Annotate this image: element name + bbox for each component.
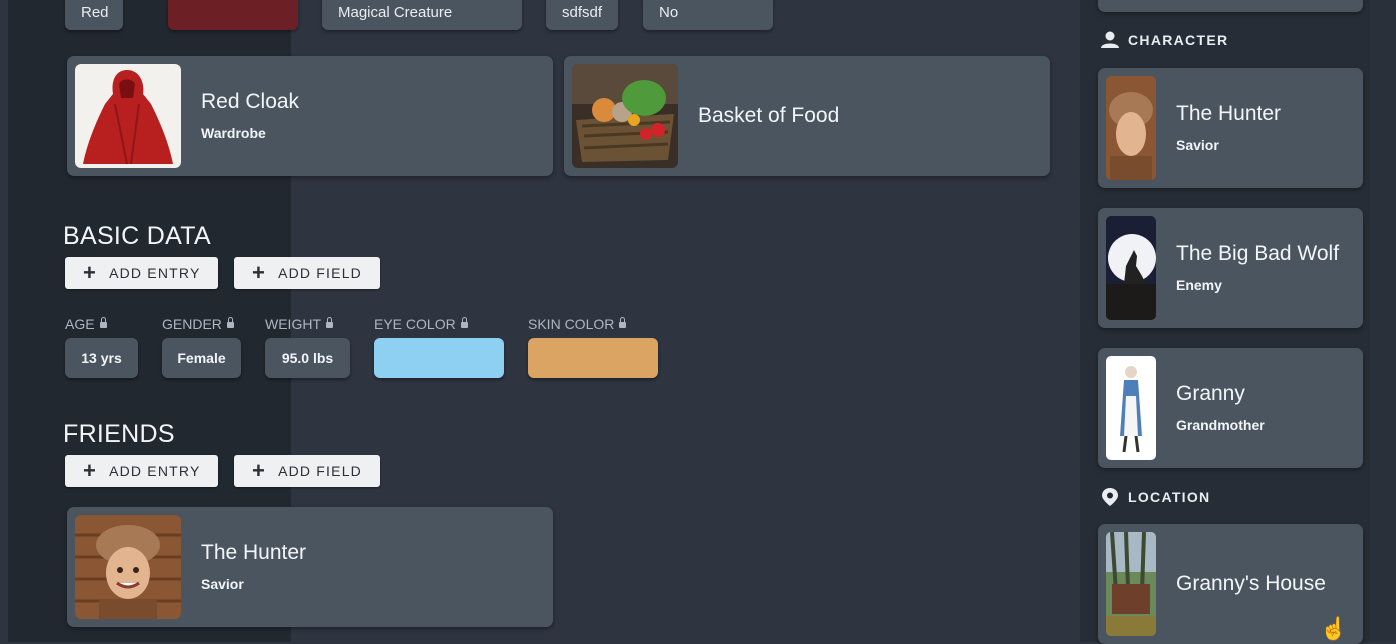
scrollbar[interactable] (1370, 0, 1396, 642)
sidebar-heading-character: CHARACTER (1100, 31, 1228, 49)
granny-thumbnail (1106, 356, 1156, 460)
item-card-red-cloak[interactable]: Red Cloak Wardrobe (67, 56, 553, 176)
color-swatch[interactable] (168, 0, 298, 30)
tag-chip[interactable]: No (643, 0, 773, 30)
sidebar-card[interactable] (1098, 0, 1363, 12)
sidebar-item-granny[interactable]: Granny Grandmother (1098, 348, 1363, 468)
plus-icon: + (83, 458, 98, 483)
button-label: ADD FIELD (278, 463, 362, 479)
gender-value[interactable]: Female (162, 338, 241, 378)
location-pin-icon (1102, 488, 1118, 506)
lock-icon (326, 317, 333, 328)
plus-icon: + (252, 458, 267, 483)
field-label-age: AGE (65, 316, 107, 332)
sidebar-heading-location: LOCATION (1100, 487, 1210, 507)
add-entry-button[interactable]: + ADD ENTRY (65, 455, 218, 487)
house-thumbnail (1106, 532, 1156, 636)
field-label-skin-color: SKIN COLOR (528, 316, 627, 332)
wolf-thumbnail (1106, 216, 1156, 320)
section-title-friends: FRIENDS (63, 420, 175, 448)
field-label-weight: WEIGHT (265, 316, 333, 332)
friend-title: The Hunter (201, 541, 307, 564)
lock-icon (619, 317, 627, 328)
person-icon (1101, 31, 1119, 48)
friend-subtitle: Savior (201, 576, 244, 592)
sidebar-item-the-big-bad-wolf[interactable]: The Big Bad Wolf Enemy (1098, 208, 1363, 328)
location-title: Granny's House (1176, 572, 1326, 595)
lock-icon (226, 317, 234, 328)
item-title: Basket of Food (698, 104, 840, 127)
tag-chip-label: Magical Creature (338, 3, 453, 21)
add-field-button[interactable]: + ADD FIELD (234, 455, 380, 487)
tag-chip-label: No (659, 3, 679, 21)
character-title: Granny (1176, 382, 1245, 405)
character-title: The Hunter (1176, 102, 1282, 125)
hand-cursor-icon: ☝ (1320, 616, 1348, 641)
plus-icon: + (252, 260, 267, 285)
weight-value[interactable]: 95.0 lbs (265, 338, 350, 378)
eye-color-swatch[interactable] (374, 338, 504, 378)
item-title: Red Cloak (201, 90, 300, 113)
button-label: ADD FIELD (278, 265, 362, 281)
add-entry-button[interactable]: + ADD ENTRY (65, 257, 218, 289)
tag-chip[interactable]: Magical Creature (322, 0, 522, 30)
basket-image (572, 64, 678, 168)
item-subtitle: Wardrobe (201, 125, 266, 141)
friend-card-the-hunter[interactable]: The Hunter Savior (67, 507, 553, 627)
character-subtitle: Grandmother (1176, 417, 1265, 433)
lock-icon (99, 317, 107, 328)
cloak-image (75, 64, 181, 168)
character-title: The Big Bad Wolf (1176, 242, 1340, 265)
hunter-image (75, 515, 181, 619)
field-label-gender: GENDER (162, 316, 234, 332)
skin-color-swatch[interactable] (528, 338, 658, 378)
character-subtitle: Enemy (1176, 277, 1222, 293)
tag-chip[interactable]: Red (65, 0, 123, 30)
button-label: ADD ENTRY (109, 463, 201, 479)
add-field-button[interactable]: + ADD FIELD (234, 257, 380, 289)
tag-chip-label: sdfsdf (562, 3, 603, 21)
hunter-thumbnail (1106, 76, 1156, 180)
plus-icon: + (83, 260, 98, 285)
item-card-basket-of-food[interactable]: Basket of Food (564, 56, 1050, 176)
age-value[interactable]: 13 yrs (65, 338, 138, 378)
lock-icon (460, 317, 468, 328)
sidebar-item-the-hunter[interactable]: The Hunter Savior (1098, 68, 1363, 188)
tag-chip-label: Red (81, 3, 109, 21)
section-title-basic-data: BASIC DATA (63, 222, 211, 250)
character-subtitle: Savior (1176, 137, 1219, 153)
tag-chip[interactable]: sdfsdf (546, 0, 618, 30)
button-label: ADD ENTRY (109, 265, 201, 281)
field-label-eye-color: EYE COLOR (374, 316, 468, 332)
